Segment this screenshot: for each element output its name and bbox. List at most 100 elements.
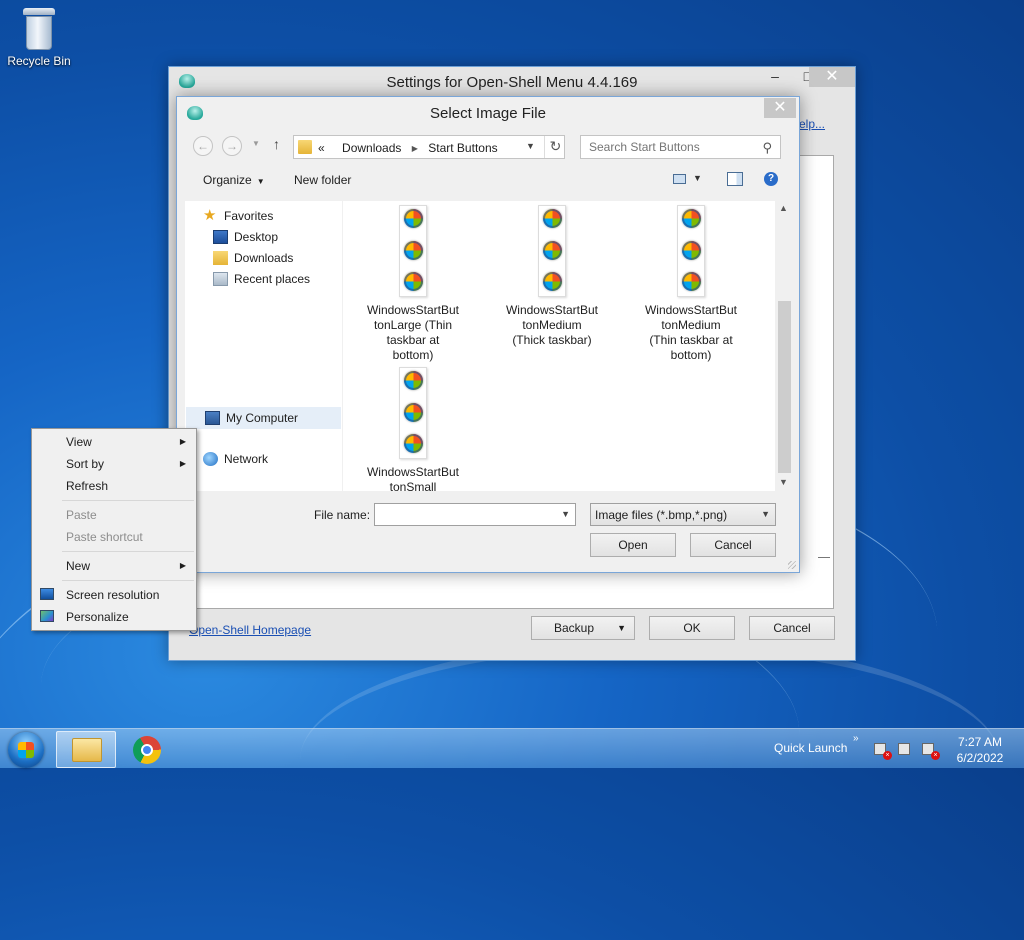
file-type-value: Image files (*.bmp,*.png) (595, 508, 728, 522)
file-item[interactable]: WindowsStartBut tonMedium (Thin taskbar at… (632, 205, 750, 363)
taskbar-file-explorer[interactable] (56, 731, 116, 768)
change-view-button[interactable]: ▼ (673, 172, 702, 188)
resize-grip[interactable] (788, 561, 796, 569)
nav-item-label: Desktop (234, 230, 279, 244)
start-button-image-thumbnail (399, 205, 427, 297)
menu-item-screen-resolution[interactable]: Screen resolution (34, 584, 194, 606)
system-clock[interactable]: 7:27 AM 6/2/2022 (950, 734, 1010, 766)
help-icon[interactable]: ? (764, 172, 778, 186)
dialog-close-button[interactable]: ✕ (764, 98, 796, 118)
address-bar[interactable]: « Downloads ▶ Start Buttons ▼ ↻ (293, 135, 565, 159)
file-name: WindowsStartBut tonLarge (Thin taskbar at b… (366, 303, 460, 362)
menu-item-new[interactable]: New ▶ (34, 555, 194, 577)
recent-locations-dropdown[interactable]: ▼ (252, 139, 260, 148)
open-shell-homepage-link[interactable]: Open-Shell Homepage (189, 623, 311, 637)
nav-item-label: Recent places (234, 272, 311, 286)
file-type-select[interactable]: Image files (*.bmp,*.png) ▼ (590, 503, 776, 526)
navigation-pane: ★ Favorites Desktop Downloads Recent pla… (185, 201, 342, 491)
nav-item-my-computer[interactable]: My Computer (186, 407, 341, 429)
volume-muted-icon[interactable]: × (874, 743, 892, 760)
open-button[interactable]: Open (590, 533, 676, 557)
search-box[interactable]: ⚲ (580, 135, 781, 159)
scrollbar-thumb[interactable] (778, 301, 791, 473)
menu-separator (62, 580, 194, 581)
clock-time: 7:27 AM (957, 735, 1003, 749)
navigation-row: ← → ▼ ↑ « Downloads ▶ Start Buttons ▼ ↻ … (177, 133, 799, 159)
chevron-down-icon: ▼ (693, 173, 702, 183)
dropdown-arrow-icon: ▼ (617, 623, 626, 633)
preview-pane-button[interactable] (727, 172, 743, 186)
submenu-arrow-icon: ▶ (179, 459, 186, 468)
dialog-titlebar[interactable]: Select Image File ✕ (177, 97, 799, 127)
up-folder-button[interactable]: ↑ (273, 136, 280, 152)
star-icon: ★ (203, 207, 217, 224)
scroll-up-icon[interactable]: ▲ (779, 203, 788, 213)
select-image-file-dialog: Select Image File ✕ ← → ▼ ↑ « Downloads … (176, 96, 800, 573)
menu-separator (62, 500, 194, 501)
start-button[interactable] (8, 732, 44, 768)
file-item[interactable]: WindowsStartBut tonLarge (Thin taskbar at b… (354, 205, 472, 363)
organize-button[interactable]: Organize ▼ (203, 173, 265, 187)
backup-button-label: Backup (554, 621, 595, 635)
taskbar-chrome[interactable] (118, 731, 178, 768)
file-name: WindowsStartBut tonSmall (366, 465, 460, 494)
minimize-button[interactable]: – (759, 67, 791, 87)
breadcrumb-item-downloads[interactable]: Downloads (342, 141, 401, 155)
file-item[interactable]: WindowsStartBut tonSmall (354, 367, 472, 495)
recycle-bin-desktop-icon[interactable]: Recycle Bin (6, 6, 72, 68)
personalize-icon (40, 610, 54, 622)
breadcrumb-separator-icon[interactable]: ▶ (412, 144, 418, 153)
recycle-bin-label: Recycle Bin (7, 54, 71, 68)
search-icon[interactable]: ⚲ (762, 140, 772, 156)
file-name: WindowsStartBut tonMedium (Thin taskbar at… (644, 303, 738, 362)
organize-label: Organize (203, 173, 252, 187)
menu-separator (62, 551, 194, 552)
start-button-image-thumbnail (677, 205, 705, 297)
help-link[interactable]: elp... (799, 117, 825, 131)
nav-item-label: Favorites (224, 209, 274, 223)
refresh-button[interactable]: ↻ (544, 136, 566, 158)
desktop-icon (213, 230, 228, 244)
menu-item-personalize[interactable]: Personalize (34, 606, 194, 628)
search-input[interactable] (587, 139, 757, 155)
dialog-title: Select Image File (430, 105, 546, 122)
file-name: WindowsStartBut tonMedium (Thick taskbar) (505, 303, 599, 347)
computer-icon (205, 411, 220, 425)
folder-icon (298, 140, 312, 154)
view-icon (673, 174, 686, 184)
ok-button[interactable]: OK (649, 616, 735, 640)
windows-logo-icon (18, 742, 34, 758)
quick-launch-chevron-icon[interactable]: » (853, 733, 859, 744)
network-tray-icon[interactable] (898, 743, 914, 757)
new-folder-button[interactable]: New folder (294, 173, 351, 187)
command-bar: Organize ▼ New folder ▼ ? (178, 165, 798, 195)
menu-item-paste-shortcut: Paste shortcut (66, 530, 143, 544)
close-button[interactable]: ✕ (809, 67, 855, 87)
file-item[interactable]: WindowsStartBut tonMedium (Thick taskbar) (493, 205, 611, 348)
settings-titlebar[interactable]: Settings for Open-Shell Menu 4.4.169 – □… (169, 67, 855, 97)
menu-item-sort-by[interactable]: Sort by ▶ (34, 453, 194, 475)
dialog-cancel-button[interactable]: Cancel (690, 533, 776, 557)
action-center-icon[interactable]: × (922, 743, 940, 760)
breadcrumb-overflow[interactable]: « (318, 141, 325, 155)
network-icon (203, 452, 218, 466)
submenu-arrow-icon: ▶ (179, 561, 186, 570)
quick-launch-toolbar[interactable]: Quick Launch (774, 741, 847, 755)
file-list-scrollbar[interactable]: ▲ ▼ (776, 201, 793, 491)
nav-item-label: Network (224, 452, 269, 466)
panel-divider (818, 557, 830, 558)
breadcrumb-item-start-buttons[interactable]: Start Buttons (428, 141, 497, 155)
recycle-bin-icon (23, 8, 55, 50)
address-dropdown-icon[interactable]: ▼ (526, 141, 535, 151)
chevron-down-icon[interactable]: ▼ (561, 509, 570, 519)
back-button[interactable]: ← (193, 136, 213, 156)
forward-button[interactable]: → (222, 136, 242, 156)
scroll-down-icon[interactable]: ▼ (779, 477, 788, 487)
file-name-input[interactable] (379, 507, 549, 522)
settings-window-title: Settings for Open-Shell Menu 4.4.169 (386, 74, 638, 91)
cancel-button[interactable]: Cancel (749, 616, 835, 640)
menu-item-refresh[interactable]: Refresh (34, 475, 194, 497)
menu-item-view[interactable]: View ▶ (34, 431, 194, 453)
file-name-combo[interactable]: ▼ (374, 503, 576, 526)
backup-button[interactable]: Backup ▼ (531, 616, 635, 640)
